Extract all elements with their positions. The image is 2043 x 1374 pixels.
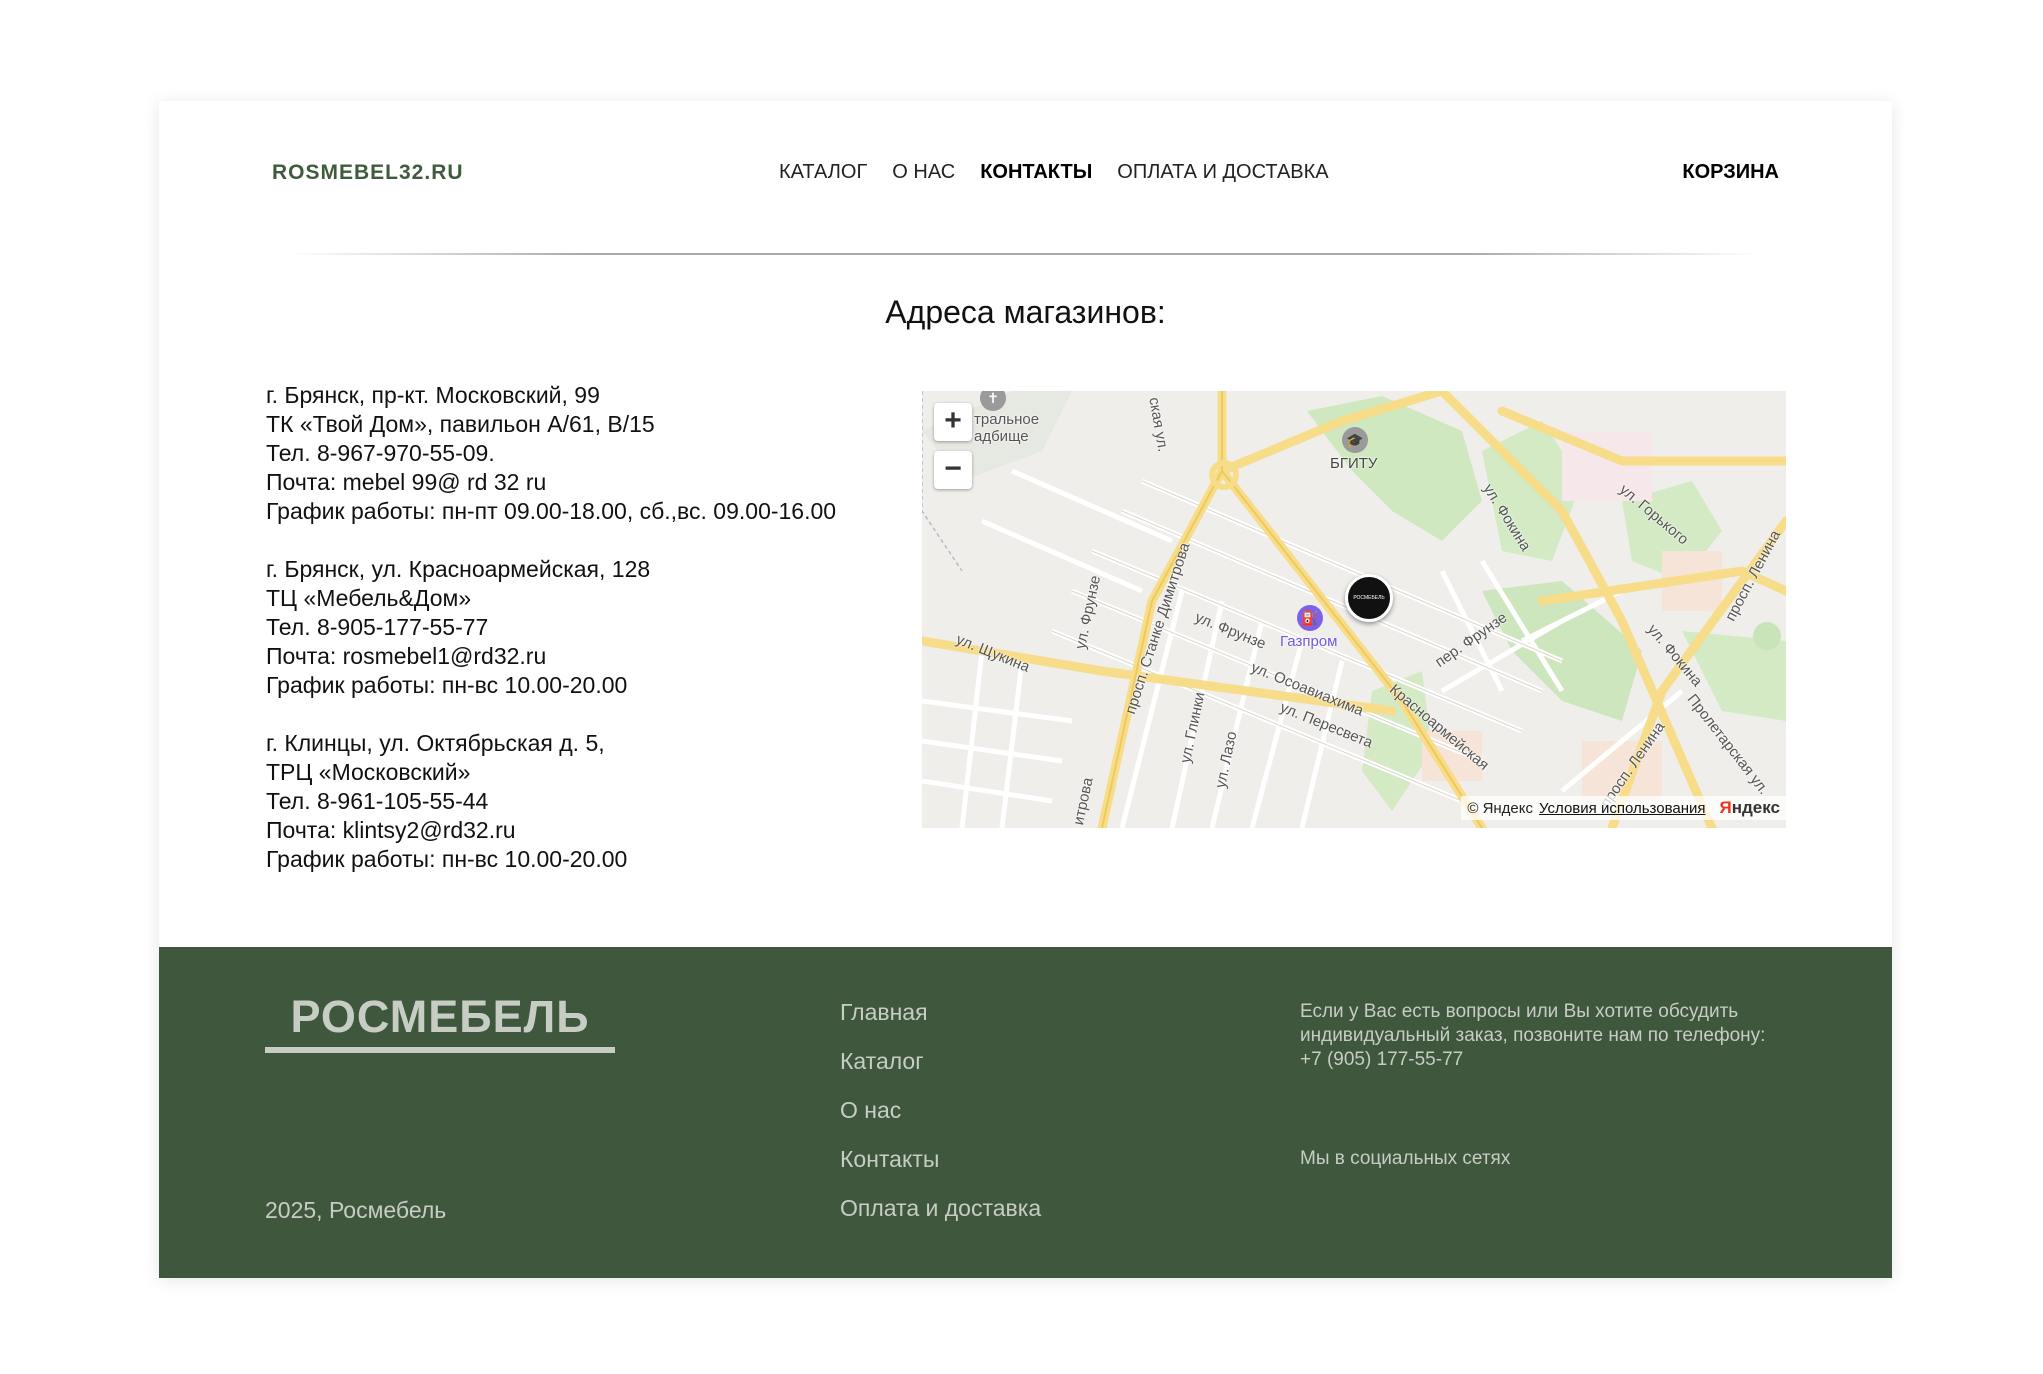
footer-logo[interactable]: РОСМЕБЕЛЬ [265, 991, 615, 1053]
gas-station-icon: ⛽ [1297, 605, 1323, 631]
footer-nav-contacts[interactable]: Контакты [840, 1146, 1041, 1195]
yandex-logo[interactable]: Яндекс [1720, 798, 1780, 818]
store-place: ТК «Твой Дом», павильон А/61, В/15 [266, 411, 655, 437]
map-terms-link[interactable]: Условия использования [1539, 800, 1706, 817]
store-address: г. Брянск, ул. Красноармейская, 128 [266, 556, 651, 582]
footer-nav-catalog[interactable]: Каталог [840, 1048, 1041, 1097]
yandex-map[interactable]: + − ✝ тральное адбище 🎓 БГИТУ ⛽ Газпром … [922, 391, 1786, 828]
map-label-bgitu: БГИТУ [1330, 455, 1378, 472]
site-footer: РОСМЕБЕЛЬ 2025, Росмебель Главная Катало… [159, 947, 1892, 1278]
cart-link[interactable]: КОРЗИНА [1682, 161, 1779, 184]
map-zoom-in-button[interactable]: + [934, 403, 972, 441]
map-label-cemetery: тральное адбище [974, 411, 1040, 445]
store-map-marker[interactable]: РОСМЕБЕЛЬ [1345, 574, 1393, 622]
store-email: Почта: rosmebel1@rd32.ru [266, 643, 547, 669]
store-phone: Тел. 8-961-105-55-44 [266, 788, 489, 814]
store-address: г. Клинцы, ул. Октябрьская д. 5, [266, 730, 605, 756]
store-item: г. Клинцы, ул. Октябрьская д. 5, ТРЦ «Мо… [266, 729, 886, 874]
footer-copyright: 2025, Росмебель [265, 1197, 447, 1223]
footer-contact-text: Если у Вас есть вопросы или Вы хотите об… [1300, 1001, 1766, 1070]
store-hours: График работы: пн-вс 10.00-20.00 [266, 672, 628, 698]
store-place: ТРЦ «Московский» [266, 759, 471, 785]
footer-nav-about[interactable]: О нас [840, 1097, 1041, 1146]
footer-nav: Главная Каталог О нас Контакты Оплата и … [840, 999, 1041, 1244]
footer-nav-payment-delivery[interactable]: Оплата и доставка [840, 1195, 1041, 1244]
store-phone: Тел. 8-967-970-55-09. [266, 440, 495, 466]
map-zoom-out-button[interactable]: − [934, 451, 972, 489]
nav-contacts[interactable]: КОНТАКТЫ [980, 161, 1092, 184]
footer-social-label: Мы в социальных сетях [1300, 1148, 1511, 1169]
footer-nav-home[interactable]: Главная [840, 999, 1041, 1048]
store-addresses: г. Брянск, пр-кт. Московский, 99 ТК «Тво… [266, 381, 886, 903]
store-email: Почта: mebel 99@ rd 32 ru [266, 469, 547, 495]
nav-about[interactable]: О НАС [892, 161, 955, 184]
site-logo[interactable]: ROSMEBEL32.RU [272, 161, 464, 185]
main-nav: КАТАЛОГ О НАС КОНТАКТЫ ОПЛАТА И ДОСТАВКА [779, 161, 1354, 184]
store-place: ТЦ «Мебель&Дом» [266, 585, 472, 611]
store-address: г. Брянск, пр-кт. Московский, 99 [266, 382, 600, 408]
store-phone: Тел. 8-905-177-55-77 [266, 614, 489, 640]
store-hours: График работы: пн-пт 09.00-18.00, сб.,вс… [266, 498, 837, 524]
store-item: г. Брянск, пр-кт. Московский, 99 ТК «Тво… [266, 381, 886, 526]
header-divider [289, 253, 1761, 255]
store-hours: График работы: пн-вс 10.00-20.00 [266, 846, 628, 872]
page-title: Адреса магазинов: [885, 294, 1166, 330]
map-copyright: © Яндекс [1467, 799, 1534, 817]
nav-catalog[interactable]: КАТАЛОГ [779, 161, 867, 184]
university-icon: 🎓 [1342, 427, 1368, 453]
map-label-gazprom: Газпром [1280, 633, 1338, 650]
store-item: г. Брянск, ул. Красноармейская, 128 ТЦ «… [266, 555, 886, 700]
store-email: Почта: klintsy2@rd32.ru [266, 817, 516, 843]
map-attribution: © Яндекс Условия использования Яндекс [1461, 796, 1786, 820]
nav-payment-delivery[interactable]: ОПЛАТА И ДОСТАВКА [1117, 161, 1328, 184]
page-card: ROSMEBEL32.RU КАТАЛОГ О НАС КОНТАКТЫ ОПЛ… [159, 101, 1892, 1278]
